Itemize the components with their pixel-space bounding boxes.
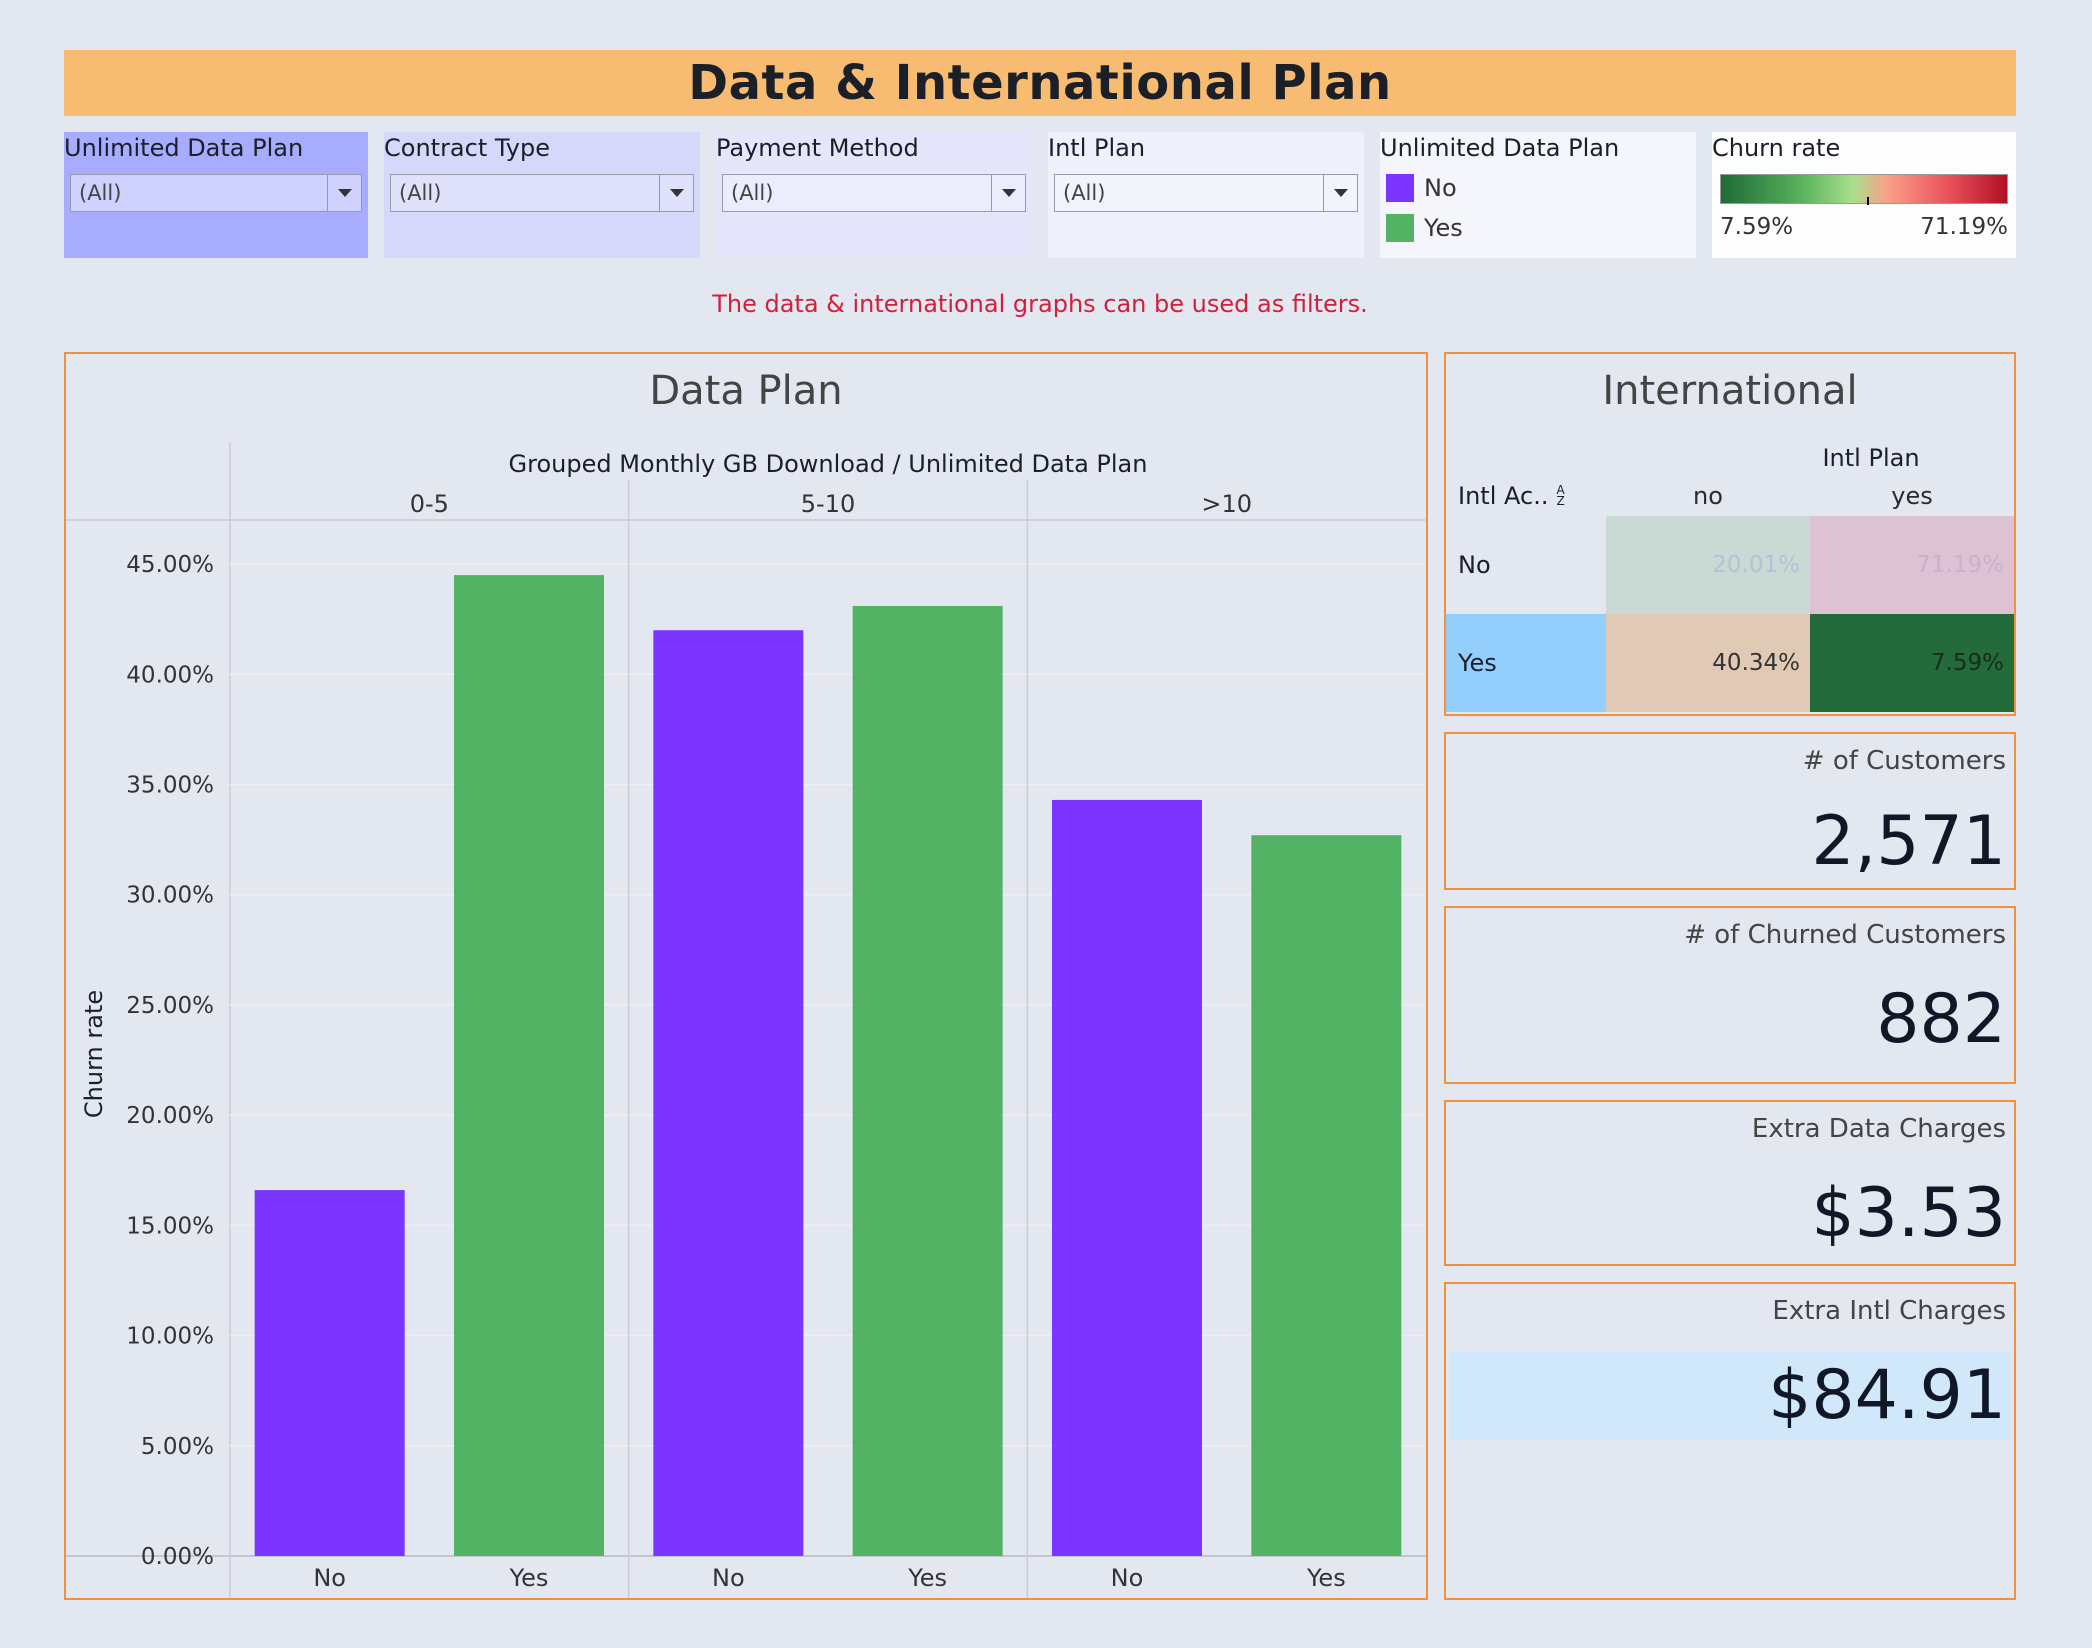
- chevron-down-icon[interactable]: [659, 175, 693, 211]
- x-tick-label: Yes: [509, 1564, 549, 1592]
- kpi-label: Extra Intl Charges: [1772, 1296, 2006, 1326]
- row-header-label: Intl Ac..: [1458, 482, 1549, 510]
- bar-yes[interactable]: [852, 605, 1003, 1556]
- dropdown-value: (All): [399, 181, 442, 205]
- filter-contract-type: Contract Type (All): [384, 132, 700, 258]
- x-tick-label: Yes: [907, 1564, 947, 1592]
- y-tick-label: 10.00%: [126, 1324, 214, 1350]
- y-tick-label: 40.00%: [126, 662, 214, 688]
- row-label-no[interactable]: No: [1446, 516, 1606, 614]
- legend-item-yes[interactable]: Yes: [1380, 208, 1696, 248]
- heatmap-cell[interactable]: 7.59%: [1810, 614, 2014, 712]
- chevron-down-icon[interactable]: [1323, 175, 1357, 211]
- y-axis-label: Churn rate: [80, 990, 108, 1118]
- chevron-down-icon[interactable]: [991, 175, 1025, 211]
- y-tick-label: 30.00%: [126, 883, 214, 909]
- x-tick-label: No: [1111, 1564, 1144, 1592]
- kpi-value: 882: [1876, 980, 2006, 1059]
- filter-intl-plan: Intl Plan (All): [1048, 132, 1364, 258]
- payment-method-dropdown[interactable]: (All): [722, 174, 1026, 212]
- kpi-extra-intl-charges: Extra Intl Charges $84.91: [1444, 1282, 2016, 1600]
- y-tick-label: 15.00%: [126, 1213, 214, 1239]
- group-label: 0-5: [410, 490, 449, 518]
- kpi-value: 2,571: [1811, 802, 2006, 881]
- churn-gradient-bar: [1720, 174, 2008, 205]
- kpi-value: $3.53: [1811, 1174, 2006, 1253]
- filter-label: Intl Plan: [1048, 134, 1146, 162]
- kpi-customers: # of Customers 2,571: [1444, 732, 2016, 890]
- data-plan-bar-chart: Grouped Monthly GB Download / Unlimited …: [66, 442, 1426, 1598]
- filter-payment-method: Payment Method (All): [716, 132, 1032, 258]
- gradient-marker: [1867, 197, 1869, 205]
- legend-max-label: 71.19%: [1920, 214, 2008, 240]
- bar-no[interactable]: [1052, 799, 1202, 1556]
- chart-column-header: Grouped Monthly GB Download / Unlimited …: [509, 450, 1148, 478]
- intl-row-header[interactable]: Intl Ac.. AZ: [1458, 482, 1565, 510]
- heatmap-cell[interactable]: 71.19%: [1810, 516, 2014, 614]
- y-tick-label: 20.00%: [126, 1103, 214, 1129]
- bar-yes[interactable]: [454, 575, 604, 1556]
- heatmap-cell[interactable]: 40.34%: [1606, 614, 1810, 712]
- chevron-down-icon[interactable]: [327, 175, 361, 211]
- y-tick-label: 5.00%: [141, 1434, 214, 1460]
- bar-yes[interactable]: [1251, 835, 1402, 1556]
- group-label: >10: [1201, 490, 1252, 518]
- row-label-yes[interactable]: Yes: [1446, 614, 1606, 712]
- data-plan-legend: Unlimited Data Plan No Yes: [1380, 132, 1696, 258]
- bar-no[interactable]: [653, 630, 804, 1556]
- filter-hint-note: The data & international graphs can be u…: [712, 290, 1368, 318]
- col-header-yes: yes: [1891, 482, 1933, 510]
- legend-min-label: 7.59%: [1720, 214, 1794, 240]
- y-tick-label: 35.00%: [126, 773, 214, 799]
- churn-rate-legend: Churn rate 7.59% 71.19%: [1712, 132, 2016, 258]
- filter-label: Contract Type: [384, 134, 550, 162]
- col-header-no: no: [1693, 482, 1723, 510]
- legend-label: No: [1424, 174, 1457, 202]
- bar-no[interactable]: [254, 1190, 405, 1556]
- dropdown-value: (All): [79, 181, 122, 205]
- y-tick-label: 25.00%: [126, 993, 214, 1019]
- heatmap-cell[interactable]: 20.01%: [1606, 516, 1810, 614]
- intl-plan-column-header: Intl Plan: [1822, 444, 1920, 472]
- x-tick-label: No: [712, 1564, 745, 1592]
- kpi-extra-data-charges: Extra Data Charges $3.53: [1444, 1100, 2016, 1266]
- kpi-label: # of Churned Customers: [1684, 920, 2006, 950]
- legend-item-no[interactable]: No: [1380, 168, 1696, 208]
- filter-label: Unlimited Data Plan: [64, 134, 304, 162]
- legend-swatch: [1386, 214, 1414, 242]
- kpi-value: $84.91: [1768, 1356, 2006, 1435]
- dashboard-title: Data & International Plan: [688, 55, 1392, 111]
- group-label: 5-10: [801, 490, 855, 518]
- kpi-churned-customers: # of Churned Customers 882: [1444, 906, 2016, 1084]
- dropdown-value: (All): [731, 181, 774, 205]
- filter-unlimited-data-plan: Unlimited Data Plan (All): [64, 132, 368, 258]
- intl-plan-dropdown[interactable]: (All): [1054, 174, 1358, 212]
- international-title: International: [1602, 368, 1858, 414]
- filter-label: Payment Method: [716, 134, 919, 162]
- dropdown-value: (All): [1063, 181, 1106, 205]
- x-tick-label: No: [313, 1564, 346, 1592]
- sort-az-icon[interactable]: AZ: [1556, 484, 1564, 507]
- legend-title: Churn rate: [1712, 134, 1841, 162]
- international-panel: International Intl Plan Intl Ac.. AZ no …: [1444, 352, 2016, 716]
- legend-label: Yes: [1424, 214, 1463, 242]
- unlimited-data-plan-dropdown[interactable]: (All): [70, 174, 362, 212]
- kpi-label: Extra Data Charges: [1751, 1114, 2006, 1144]
- legend-swatch: [1386, 174, 1414, 202]
- data-plan-panel: Data Plan Grouped Monthly GB Download / …: [64, 352, 1428, 1600]
- kpi-label: # of Customers: [1802, 746, 2006, 776]
- legend-title: Unlimited Data Plan: [1380, 134, 1620, 162]
- y-tick-label: 45.00%: [126, 552, 214, 578]
- y-tick-label: 0.00%: [141, 1544, 214, 1570]
- x-tick-label: Yes: [1306, 1564, 1346, 1592]
- contract-type-dropdown[interactable]: (All): [390, 174, 694, 212]
- dashboard-title-bar: Data & International Plan: [64, 50, 2016, 116]
